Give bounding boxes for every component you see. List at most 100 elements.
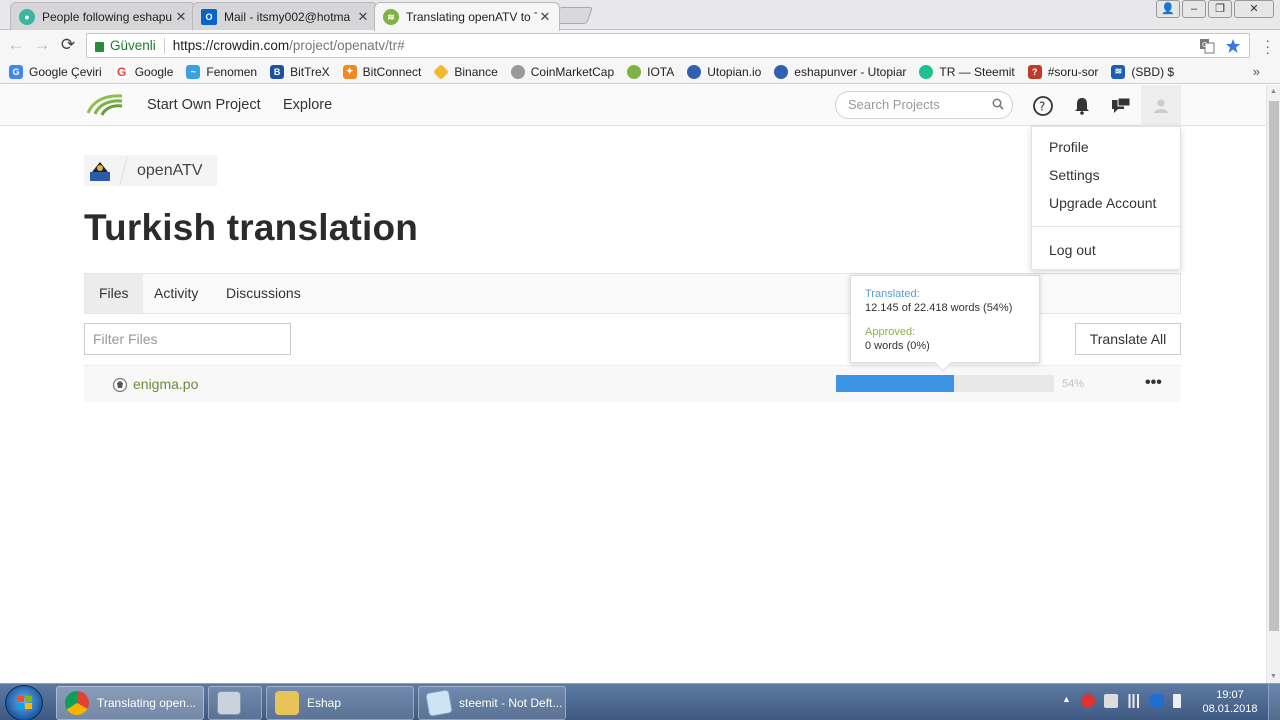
search-icon[interactable]	[992, 98, 1004, 110]
taskbar-calculator-button[interactable]	[208, 686, 262, 720]
menu-item-profile[interactable]: Profile	[1049, 139, 1089, 155]
taskbar-chrome-button[interactable]: Translating open...	[56, 686, 204, 720]
start-own-project-link[interactable]: Start Own Project	[147, 97, 261, 113]
bookmark-item[interactable]: CoinMarketCap	[510, 64, 614, 79]
translation-progress-bar[interactable]	[836, 375, 1054, 392]
tray-app-icon[interactable]	[1081, 694, 1095, 708]
messages-icon[interactable]	[1110, 95, 1132, 117]
file-row[interactable]: enigma.po 54% •••	[84, 365, 1181, 402]
bookmark-item[interactable]: ~ Fenomen	[186, 64, 258, 79]
restore-icon[interactable]: ❐	[1208, 0, 1232, 18]
page-scrollbar[interactable]: ▲ ▼	[1266, 85, 1280, 683]
bookmark-label: Fenomen	[206, 64, 258, 79]
bookmark-item[interactable]: G Google Çeviri	[9, 64, 102, 79]
scrollbar-thumb[interactable]	[1269, 101, 1279, 631]
browser-tab[interactable]: ● People following eshapu ✕	[10, 2, 196, 30]
bookmark-item[interactable]: ✦ BitConnect	[342, 64, 422, 79]
notifications-bell-icon[interactable]	[1071, 95, 1093, 117]
bookmark-item[interactable]: B BitTreX	[270, 64, 330, 79]
bookmark-star-icon[interactable]	[1225, 38, 1241, 54]
bookmark-item[interactable]: G Google	[114, 64, 173, 79]
menu-divider	[1032, 226, 1180, 227]
chrome-menu-icon[interactable]: · · ·	[1265, 33, 1270, 59]
taskbar-label: Eshap	[307, 696, 342, 710]
po-file-icon	[112, 377, 128, 393]
translate-all-button[interactable]: Translate All	[1075, 323, 1181, 355]
bookmark-item[interactable]: TR — Steemit	[919, 64, 1015, 79]
address-bar[interactable]: Güvenli https://crowdin.com/project/open…	[86, 33, 1250, 58]
back-arrow-icon[interactable]: ←	[6, 35, 26, 55]
tab-discussions[interactable]: Discussions	[212, 274, 315, 313]
close-tab-icon[interactable]: ✕	[355, 9, 371, 25]
tooltip-translated-label: Translated:	[865, 288, 920, 300]
start-button[interactable]	[5, 685, 43, 720]
omnibox-actions: G	[1199, 38, 1249, 54]
tab-title: Mail - itsmy002@hotma	[224, 9, 351, 24]
svg-text:?: ?	[1039, 100, 1045, 114]
bookmark-label: Google Çeviri	[29, 64, 102, 79]
browser-tab-active[interactable]: ≋ Translating openATV to T ✕	[374, 2, 560, 31]
user-profile-icon[interactable]: 👤	[1156, 0, 1180, 18]
clock-date: 08.01.2018	[1202, 703, 1258, 715]
close-tab-icon[interactable]: ✕	[537, 9, 553, 25]
tab-files[interactable]: Files	[85, 274, 143, 313]
explore-link[interactable]: Explore	[283, 97, 332, 113]
tooltip-approved-label: Approved:	[865, 326, 916, 338]
openatv-logo-icon	[89, 161, 110, 181]
volume-icon[interactable]	[1104, 694, 1118, 708]
menu-item-log-out[interactable]: Log out	[1049, 242, 1096, 258]
show-hidden-icons-icon[interactable]: ▲	[1062, 694, 1072, 708]
filter-placeholder: Filter Files	[93, 331, 158, 347]
progress-fill	[836, 375, 954, 392]
bookmark-item[interactable]: IOTA	[627, 64, 674, 79]
help-icon[interactable]: ?	[1032, 95, 1054, 117]
search-input[interactable]: Search Projects	[835, 91, 1013, 119]
taskbar-label: steemit - Not Deft...	[459, 696, 563, 710]
steemit-favicon-icon: ●	[19, 8, 35, 25]
url-host: https://crowdin.com	[172, 38, 290, 53]
project-name-link[interactable]: openATV	[137, 162, 203, 180]
progress-percent: 54%	[1062, 378, 1085, 390]
filter-files-input[interactable]: Filter Files	[84, 323, 291, 355]
minimize-icon[interactable]: –	[1182, 0, 1206, 18]
network-signal-icon[interactable]	[1127, 694, 1141, 708]
menu-item-upgrade-account[interactable]: Upgrade Account	[1049, 195, 1156, 211]
scroll-down-icon[interactable]: ▼	[1270, 673, 1277, 680]
bookmark-label: BitConnect	[362, 64, 422, 79]
file-actions-icon[interactable]: •••	[1145, 374, 1162, 392]
tab-activity[interactable]: Activity	[140, 274, 212, 313]
bluetooth-icon[interactable]	[1150, 694, 1164, 708]
close-window-icon[interactable]: ✕	[1234, 0, 1274, 18]
user-menu-button[interactable]	[1141, 85, 1181, 126]
clock-time: 19:07	[1216, 689, 1244, 701]
scroll-up-icon[interactable]: ▲	[1270, 88, 1277, 95]
browser-tab[interactable]: O Mail - itsmy002@hotma ✕	[192, 2, 378, 30]
bookmark-item[interactable]: Binance	[433, 63, 498, 80]
reload-icon[interactable]: ⟳	[58, 35, 78, 55]
taskbar-notepad-button[interactable]: steemit - Not Deft...	[418, 686, 566, 720]
close-tab-icon[interactable]: ✕	[173, 9, 189, 25]
bookmark-item[interactable]: ≋ (SBD) $	[1111, 64, 1175, 79]
bookmark-label: (SBD) $	[1131, 64, 1175, 79]
browser-toolbar: ← → ⟳ Güvenli https://crowdin.com/projec…	[0, 30, 1280, 60]
bookmark-item[interactable]: eshapunver - Utopiar	[774, 64, 906, 79]
window-controls: 👤 – ❐ ✕	[1156, 0, 1274, 18]
bookmark-label: Utopian.io	[707, 64, 762, 79]
binance-icon	[433, 63, 450, 80]
forward-arrow-icon[interactable]: →	[32, 35, 52, 55]
translate-page-icon[interactable]: G	[1199, 38, 1215, 54]
menu-item-settings[interactable]: Settings	[1049, 167, 1100, 183]
divider	[163, 37, 165, 54]
project-avatar[interactable]	[84, 155, 115, 186]
battery-icon[interactable]	[1173, 694, 1181, 708]
taskbar-clock[interactable]: 19:07 08.01.2018	[1198, 688, 1262, 716]
crowdin-logo-icon[interactable]	[86, 93, 124, 117]
taskbar-folder-button[interactable]: Eshap	[266, 686, 414, 720]
bookmark-label: #soru-sor	[1047, 64, 1099, 79]
file-name-link[interactable]: enigma.po	[133, 376, 198, 392]
steem-icon: ≋	[1111, 64, 1126, 79]
bookmark-item[interactable]: ? #soru-sor	[1027, 64, 1099, 79]
more-bookmarks-icon[interactable]: »	[1253, 64, 1260, 79]
show-desktop-button[interactable]	[1268, 684, 1280, 720]
bookmark-item[interactable]: Utopian.io	[687, 64, 762, 79]
